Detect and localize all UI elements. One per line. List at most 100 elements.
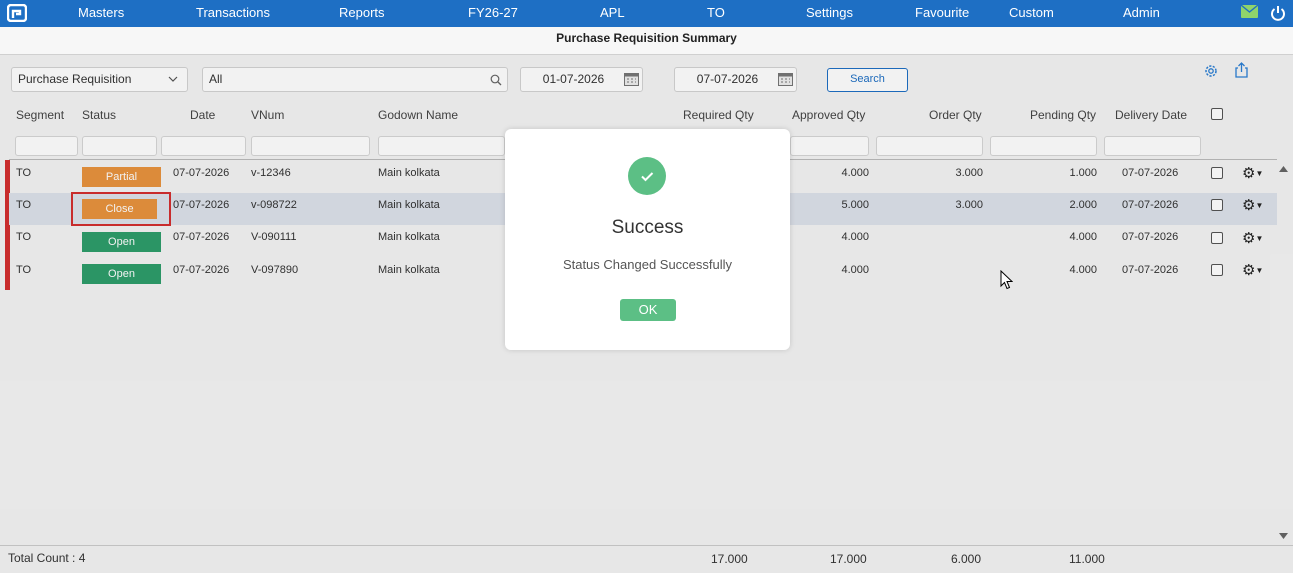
status-badge-open[interactable]: Open (82, 232, 161, 252)
row-action-gear-icon[interactable]: ⚙▼ (1242, 166, 1263, 181)
row-date: 07-07-2026 (173, 264, 230, 276)
row-godown: Main kolkata (378, 199, 440, 211)
nav-admin[interactable]: Admin (1123, 5, 1160, 20)
col-header-vnum: VNum (251, 108, 285, 122)
calendar-icon[interactable] (624, 73, 639, 86)
row-checkbox[interactable] (1211, 264, 1223, 276)
nav-custom[interactable]: Custom (1009, 5, 1054, 20)
required-qty-total: 17.000 (711, 552, 748, 566)
row-approved-qty: 5.000 (841, 199, 869, 211)
status-badge-open[interactable]: Open (82, 264, 161, 284)
row-godown: Main kolkata (378, 231, 440, 243)
row-date: 07-07-2026 (173, 199, 230, 211)
chevron-down-icon (168, 76, 178, 82)
row-godown: Main kolkata (378, 264, 440, 276)
col-header-delivery-date: Delivery Date (1115, 108, 1188, 122)
nav-masters[interactable]: Masters (78, 5, 124, 20)
filter-order-qty[interactable] (876, 136, 983, 156)
row-action-gear-icon[interactable]: ⚙▼ (1242, 263, 1263, 278)
nav-company[interactable]: APL (600, 5, 625, 20)
search-icon[interactable] (490, 74, 502, 86)
success-dialog: Success Status Changed Successfully OK (505, 129, 790, 350)
row-date: 07-07-2026 (173, 231, 230, 243)
row-action-gear-icon[interactable]: ⚙▼ (1242, 231, 1263, 246)
scroll-up-arrow-icon[interactable] (1279, 166, 1288, 172)
mail-icon[interactable] (1241, 5, 1258, 18)
to-date-value: 07-07-2026 (696, 72, 759, 86)
col-header-date: Date (190, 108, 216, 122)
col-header-status: Status (82, 108, 117, 122)
filter-godown[interactable] (378, 136, 505, 156)
row-approved-qty: 4.000 (841, 231, 869, 243)
nav-segment[interactable]: TO (707, 5, 725, 20)
settings-gear-icon[interactable] (1203, 63, 1219, 79)
search-button[interactable]: Search (827, 68, 908, 92)
nav-settings[interactable]: Settings (806, 5, 853, 20)
power-icon[interactable] (1270, 5, 1286, 21)
col-header-segment: Segment (16, 108, 65, 122)
filter-status[interactable] (82, 136, 157, 156)
app-logo-icon[interactable] (7, 4, 27, 22)
dialog-message: Status Changed Successfully (562, 257, 733, 272)
top-nav-bar: Masters Transactions Reports FY26-27 APL… (0, 0, 1293, 27)
search-input[interactable]: All (202, 67, 508, 92)
row-action-gear-icon[interactable]: ⚙▼ (1242, 198, 1263, 213)
col-header-required-qty: Required Qty (683, 108, 754, 122)
row-segment: TO (16, 199, 32, 211)
filter-vnum[interactable] (251, 136, 370, 156)
calendar-icon[interactable] (778, 73, 793, 86)
row-pending-qty: 4.000 (1069, 264, 1097, 276)
nav-transactions[interactable]: Transactions (196, 5, 270, 20)
row-approved-qty: 4.000 (841, 264, 869, 276)
row-delivery-date: 07-07-2026 (1122, 231, 1179, 243)
filter-delivery-date[interactable] (1104, 136, 1201, 156)
nav-financial-year[interactable]: FY26-27 (468, 5, 518, 20)
row-order-qty: 3.000 (955, 167, 983, 179)
mouse-cursor-icon (1000, 270, 1013, 290)
filter-segment[interactable] (15, 136, 78, 156)
row-pending-qty: 4.000 (1069, 231, 1097, 243)
row-checkbox[interactable] (1211, 199, 1223, 211)
row-date: 07-07-2026 (173, 167, 230, 179)
scroll-down-arrow-icon[interactable] (1279, 533, 1288, 539)
row-delivery-date: 07-07-2026 (1122, 199, 1179, 211)
row-segment: TO (16, 231, 32, 243)
row-delivery-date: 07-07-2026 (1122, 167, 1179, 179)
order-qty-total: 6.000 (951, 552, 982, 566)
type-select[interactable]: Purchase Requisition (11, 67, 188, 92)
total-count: Total Count : 4 (8, 551, 86, 565)
row-vnum: V-090111 (251, 231, 297, 243)
filter-date[interactable] (161, 136, 246, 156)
col-header-pending-qty: Pending Qty (1030, 108, 1097, 122)
row-order-qty: 3.000 (955, 199, 983, 211)
filter-approved-qty[interactable] (790, 136, 869, 156)
row-delivery-date: 07-07-2026 (1122, 264, 1179, 276)
row-checkbox[interactable] (1211, 232, 1223, 244)
nav-reports[interactable]: Reports (339, 5, 385, 20)
filter-pending-qty[interactable] (990, 136, 1097, 156)
type-select-value: Purchase Requisition (18, 72, 132, 86)
row-pending-qty: 2.000 (1069, 199, 1097, 211)
ok-button[interactable]: OK (620, 299, 676, 321)
search-input-value: All (209, 72, 223, 86)
from-date-field[interactable]: 01-07-2026 (520, 67, 643, 92)
export-icon[interactable] (1234, 62, 1249, 78)
nav-favourite[interactable]: Favourite (915, 5, 969, 20)
success-check-icon (628, 157, 666, 195)
row-segment: TO (16, 167, 32, 179)
col-header-order-qty: Order Qty (929, 108, 982, 122)
row-pending-qty: 1.000 (1069, 167, 1097, 179)
summary-footer: Total Count : 4 17.000 17.000 6.000 11.0… (0, 545, 1293, 573)
status-badge-partial[interactable]: Partial (82, 167, 161, 187)
status-badge-close[interactable]: Close (82, 199, 157, 219)
dialog-title: Success (611, 217, 684, 238)
col-header-godown: Godown Name (378, 108, 459, 122)
row-vnum: V-097890 (251, 264, 299, 276)
to-date-field[interactable]: 07-07-2026 (674, 67, 797, 92)
row-checkbox[interactable] (1211, 167, 1223, 179)
row-godown: Main kolkata (378, 167, 440, 179)
row-vnum: v-12346 (251, 167, 291, 179)
row-approved-qty: 4.000 (841, 167, 869, 179)
select-all-checkbox[interactable] (1211, 108, 1223, 120)
approved-qty-total: 17.000 (830, 552, 867, 566)
